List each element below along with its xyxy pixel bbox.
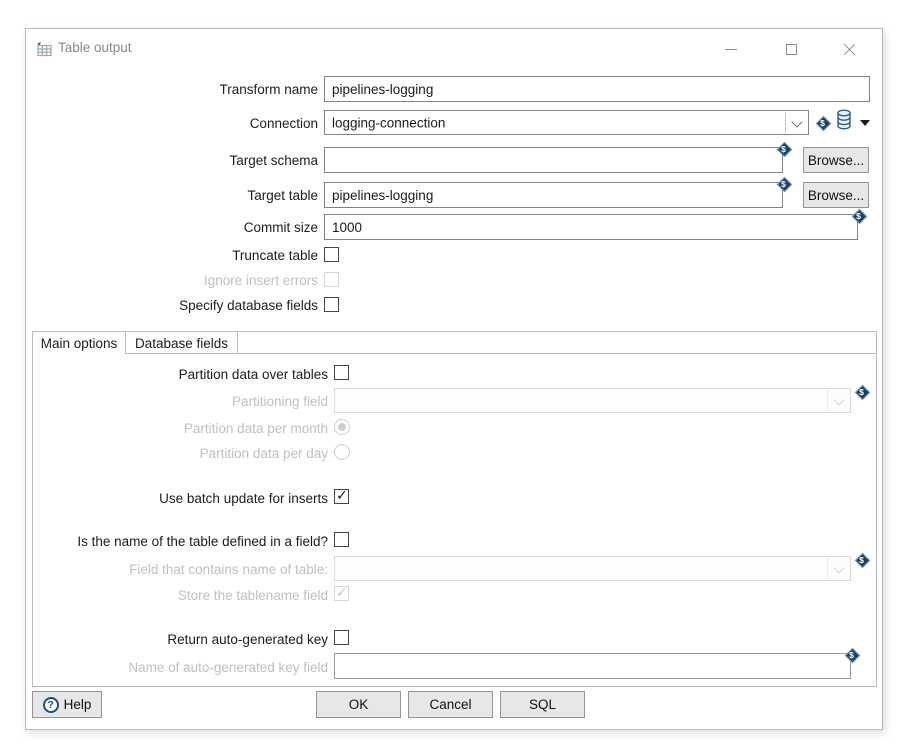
target-table-label: Target table	[26, 187, 318, 204]
commit-size-input[interactable]	[324, 214, 858, 240]
partitioning-field-label: Partitioning field	[36, 393, 328, 410]
partition-per-day-radio	[334, 444, 350, 460]
partition-data-over-tables-checkbox[interactable]	[334, 365, 349, 380]
question-circle-icon	[43, 697, 59, 713]
sql-button[interactable]: SQL	[500, 691, 585, 718]
help-button[interactable]: Help	[32, 691, 102, 718]
partition-per-month-label: Partition data per month	[36, 420, 328, 437]
return-auto-key-checkbox[interactable]	[334, 630, 349, 645]
tab-database-fields[interactable]: Database fields	[126, 332, 237, 354]
variable-dollar-diamond-icon[interactable]	[776, 141, 791, 156]
ignore-insert-errors-label: Ignore insert errors	[26, 272, 318, 289]
dropdown-triangle-icon[interactable]	[860, 120, 870, 126]
browse-table-button[interactable]: Browse...	[803, 182, 869, 208]
variable-dollar-diamond-icon[interactable]	[815, 115, 830, 130]
partition-per-month-radio	[334, 419, 350, 435]
use-batch-update-label: Use batch update for inserts	[36, 490, 328, 507]
transform-name-input[interactable]	[324, 76, 870, 102]
connection-label: Connection	[26, 115, 318, 132]
tab-main-options[interactable]: Main options	[33, 332, 125, 354]
minimize-button[interactable]	[712, 29, 750, 69]
partition-per-day-label: Partition data per day	[36, 445, 328, 462]
database-cylinder-icon[interactable]	[836, 109, 852, 135]
connection-value: logging-connection	[332, 115, 445, 130]
table-name-in-field-label: Is the name of the table defined in a fi…	[36, 533, 328, 550]
variable-dollar-diamond-icon[interactable]	[854, 552, 869, 567]
variable-dollar-diamond-icon[interactable]	[854, 384, 869, 399]
close-button[interactable]	[830, 29, 868, 69]
target-table-input[interactable]	[324, 182, 783, 208]
ignore-insert-errors-checkbox	[324, 272, 339, 287]
partitioning-field-combo	[334, 388, 851, 413]
variable-dollar-diamond-icon[interactable]	[776, 176, 791, 191]
cancel-button[interactable]: Cancel	[408, 691, 493, 718]
truncate-table-label: Truncate table	[26, 247, 318, 264]
window-title: Table output	[58, 40, 132, 55]
field-contains-table-name-combo	[334, 556, 851, 581]
table-name-in-field-checkbox[interactable]	[334, 532, 349, 547]
target-schema-label: Target schema	[26, 152, 318, 169]
use-batch-update-checkbox[interactable]	[334, 489, 349, 504]
chevron-down-icon	[833, 562, 844, 573]
return-auto-key-label: Return auto-generated key	[36, 631, 328, 648]
ok-button[interactable]: OK	[316, 691, 401, 718]
specify-database-fields-checkbox[interactable]	[324, 297, 339, 312]
transform-name-label: Transform name	[26, 81, 318, 98]
connection-combo[interactable]: logging-connection	[324, 110, 809, 135]
variable-dollar-diamond-icon[interactable]	[851, 208, 866, 223]
commit-size-label: Commit size	[26, 219, 318, 236]
table-output-icon	[35, 40, 53, 58]
specify-database-fields-label: Specify database fields	[26, 297, 318, 314]
maximize-button[interactable]	[772, 29, 810, 69]
truncate-table-checkbox[interactable]	[324, 247, 339, 262]
target-schema-input[interactable]	[324, 147, 783, 173]
store-tablename-label: Store the tablename field	[36, 587, 328, 604]
auto-key-field-label: Name of auto-generated key field	[36, 659, 328, 676]
store-tablename-checkbox	[334, 586, 349, 601]
partition-data-over-tables-label: Partition data over tables	[36, 366, 328, 383]
field-contains-table-name-label: Field that contains name of table:	[36, 561, 328, 578]
variable-dollar-diamond-icon[interactable]	[844, 647, 859, 662]
title-bar: Table output	[26, 29, 882, 69]
table-output-dialog: Table output Transform name Connection l…	[25, 28, 883, 730]
auto-key-field-input[interactable]	[334, 653, 851, 679]
chevron-down-icon	[833, 394, 844, 405]
chevron-down-icon	[791, 116, 802, 127]
browse-schema-button[interactable]: Browse...	[803, 147, 869, 173]
